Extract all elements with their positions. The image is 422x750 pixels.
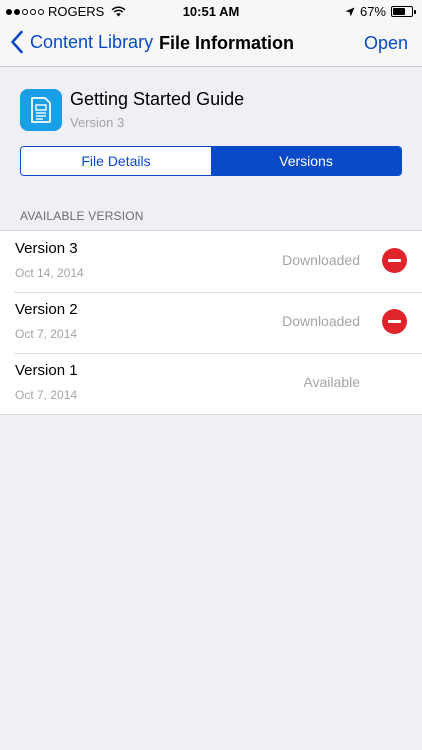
minus-icon (388, 259, 401, 262)
delete-button[interactable] (382, 248, 407, 273)
battery-icon (391, 6, 416, 17)
version-status: Downloaded (282, 313, 360, 329)
delete-button[interactable] (382, 309, 407, 334)
list-item[interactable]: Version 3 Oct 14, 2014 Downloaded (0, 231, 422, 292)
document-icon (20, 89, 62, 131)
minus-icon (388, 320, 401, 323)
location-arrow-icon (345, 7, 355, 16)
top-bar: ROGERS 10:51 AM 67% Content Library File… (0, 0, 422, 67)
version-status: Downloaded (282, 252, 360, 268)
version-title: Version 2 (15, 301, 78, 318)
nav-bar: Content Library File Information Open (0, 22, 422, 66)
version-title: Version 3 (15, 240, 78, 257)
version-status: Available (303, 374, 360, 390)
file-title: Getting Started Guide (70, 89, 245, 109)
tab-versions[interactable]: Versions (211, 147, 401, 175)
version-date: Oct 7, 2014 (15, 327, 78, 341)
version-list: Version 3 Oct 14, 2014 Downloaded Versio… (0, 230, 422, 415)
version-title: Version 1 (15, 362, 78, 379)
status-right: 67% (345, 4, 416, 19)
segmented-control: File Details Versions (20, 146, 402, 176)
screen: ROGERS 10:51 AM 67% Content Library File… (0, 0, 422, 750)
section-header: AVAILABLE VERSION (20, 209, 144, 223)
version-date: Oct 14, 2014 (15, 266, 84, 280)
list-item[interactable]: Version 1 Oct 7, 2014 Available (0, 353, 422, 414)
battery-percent: 67% (359, 4, 386, 19)
back-label: Content Library (30, 31, 154, 52)
status-bar: ROGERS 10:51 AM 67% (0, 0, 422, 22)
chevron-left-icon (11, 30, 23, 54)
version-date: Oct 7, 2014 (15, 388, 78, 402)
open-button[interactable]: Open (364, 33, 408, 54)
list-item[interactable]: Version 2 Oct 7, 2014 Downloaded (0, 292, 422, 353)
back-button[interactable]: Content Library (10, 30, 153, 54)
file-header: Getting Started Guide Version 3 (0, 67, 422, 147)
tab-file-details[interactable]: File Details (21, 147, 211, 175)
file-version: Version 3 (70, 115, 125, 130)
page-title: File Information (159, 33, 294, 53)
